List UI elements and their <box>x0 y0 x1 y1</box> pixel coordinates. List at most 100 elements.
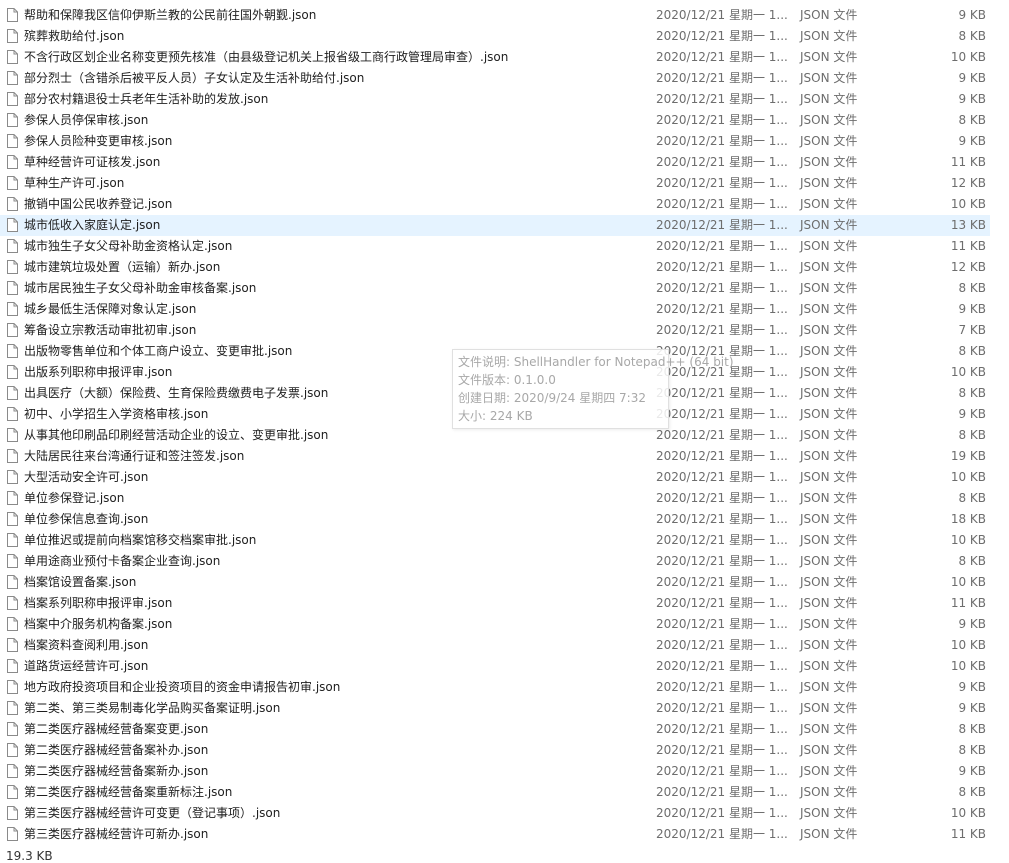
file-date: 2020/12/21 星期一 1... <box>656 533 788 547</box>
file-row[interactable]: 城市建筑垃圾处置（运输）新办.json 2020/12/21 星期一 1... JS… <box>0 257 990 278</box>
json-file-icon <box>7 827 18 841</box>
file-type: JSON 文件 <box>800 722 858 736</box>
file-name[interactable]: 草种生产许可.json <box>24 173 644 194</box>
file-row[interactable]: 部分农村籍退役士兵老年生活补助的发放.json 2020/12/21 星期一 1.… <box>0 89 990 110</box>
file-name[interactable]: 第二类、第三类易制毒化学品购买备案证明.json <box>24 698 644 719</box>
json-file-icon <box>7 596 18 610</box>
file-row[interactable]: 草种经营许可证核发.json 2020/12/21 星期一 1... JSON 文件… <box>0 152 990 173</box>
file-name[interactable]: 地方政府投资项目和企业投资项目的资金申请报告初审.json <box>24 677 644 698</box>
file-row[interactable]: 城市独生子女父母补助金资格认定.json 2020/12/21 星期一 1... J… <box>0 236 990 257</box>
file-name[interactable]: 撤销中国公民收养登记.json <box>24 194 644 215</box>
file-row[interactable]: 单位参保信息查询.json 2020/12/21 星期一 1... JSON 文件 1… <box>0 509 990 530</box>
file-name[interactable]: 参保人员停保审核.json <box>24 110 644 131</box>
file-name[interactable]: 单用途商业预付卡备案企业查询.json <box>24 551 644 572</box>
file-size: 10 KB <box>950 470 986 484</box>
file-name[interactable]: 大型活动安全许可.json <box>24 467 644 488</box>
file-row[interactable]: 道路货运经营许可.json 2020/12/21 星期一 1... JSON 文件 1… <box>0 656 990 677</box>
file-name[interactable]: 第三类医疗器械经营许可变更（登记事项）.json <box>24 803 644 824</box>
file-name[interactable]: 草种经营许可证核发.json <box>24 152 644 173</box>
file-row[interactable]: 部分烈士（含错杀后被平反人员）子女认定及生活补助给付.json 2020/12/2… <box>0 68 990 89</box>
file-name[interactable]: 部分烈士（含错杀后被平反人员）子女认定及生活补助给付.json <box>24 68 644 89</box>
json-file-icon <box>7 701 18 715</box>
file-row[interactable]: 殡葬救助给付.json 2020/12/21 星期一 1... JSON 文件 8 K… <box>0 26 990 47</box>
file-row[interactable]: 单用途商业预付卡备案企业查询.json 2020/12/21 星期一 1... JS… <box>0 551 990 572</box>
file-name[interactable]: 帮助和保障我区信仰伊斯兰教的公民前往国外朝觐.json <box>24 5 644 26</box>
file-size: 9 KB <box>958 680 986 694</box>
file-row[interactable]: 第三类医疗器械经营许可变更（登记事项）.json 2020/12/21 星期一 1… <box>0 803 990 824</box>
file-name[interactable]: 第二类医疗器械经营备案重新标注.json <box>24 782 644 803</box>
file-type: JSON 文件 <box>800 239 858 253</box>
file-row[interactable]: 单位推迟或提前向档案馆移交档案审批.json 2020/12/21 星期一 1..… <box>0 530 990 551</box>
file-name[interactable]: 档案馆设置备案.json <box>24 572 644 593</box>
file-name[interactable]: 第三类医疗器械经营许可新办.json <box>24 824 644 845</box>
file-size: 9 KB <box>958 701 986 715</box>
file-row[interactable]: 城市低收入家庭认定.json 2020/12/21 星期一 1... JSON 文件… <box>0 215 990 236</box>
file-name[interactable]: 第二类医疗器械经营备案补办.json <box>24 740 644 761</box>
file-row[interactable]: 档案中介服务机构备案.json 2020/12/21 星期一 1... JSON 文… <box>0 614 990 635</box>
file-row[interactable]: 第二类医疗器械经营备案重新标注.json 2020/12/21 星期一 1... J… <box>0 782 990 803</box>
json-file-icon <box>7 281 18 295</box>
file-name[interactable]: 殡葬救助给付.json <box>24 26 644 47</box>
file-row[interactable]: 档案系列职称申报评审.json 2020/12/21 星期一 1... JSON 文… <box>0 593 990 614</box>
file-size: 10 KB <box>950 575 986 589</box>
file-row[interactable]: 档案资料查阅利用.json 2020/12/21 星期一 1... JSON 文件 1… <box>0 635 990 656</box>
file-row[interactable]: 大陆居民往来台湾通行证和签注签发.json 2020/12/21 星期一 1...… <box>0 446 990 467</box>
file-name[interactable]: 城市建筑垃圾处置（运输）新办.json <box>24 257 644 278</box>
file-name[interactable]: 档案中介服务机构备案.json <box>24 614 644 635</box>
file-row[interactable]: 撤销中国公民收养登记.json 2020/12/21 星期一 1... JSON 文… <box>0 194 990 215</box>
file-row[interactable]: 草种生产许可.json 2020/12/21 星期一 1... JSON 文件 12 … <box>0 173 990 194</box>
file-row[interactable]: 参保人员停保审核.json 2020/12/21 星期一 1... JSON 文件 8… <box>0 110 990 131</box>
file-row[interactable]: 大型活动安全许可.json 2020/12/21 星期一 1... JSON 文件 1… <box>0 467 990 488</box>
file-name[interactable]: 城市居民独生子女父母补助金审核备案.json <box>24 278 644 299</box>
file-name[interactable]: 参保人员险种变更审核.json <box>24 131 644 152</box>
file-row[interactable]: 第二类、第三类易制毒化学品购买备案证明.json 2020/12/21 星期一 1… <box>0 698 990 719</box>
file-date: 2020/12/21 星期一 1... <box>656 617 788 631</box>
file-name[interactable]: 单位推迟或提前向档案馆移交档案审批.json <box>24 530 644 551</box>
file-name[interactable]: 档案系列职称申报评审.json <box>24 593 644 614</box>
file-row[interactable]: 单位参保登记.json 2020/12/21 星期一 1... JSON 文件 8 K… <box>0 488 990 509</box>
file-name[interactable]: 筹备设立宗教活动审批初审.json <box>24 320 644 341</box>
file-size: 8 KB <box>958 344 986 358</box>
json-file-icon <box>7 134 18 148</box>
file-name[interactable]: 单位参保登记.json <box>24 488 644 509</box>
file-type: JSON 文件 <box>800 407 858 421</box>
file-row[interactable]: 第三类医疗器械经营许可新办.json 2020/12/21 星期一 1... JSO… <box>0 824 990 845</box>
file-row[interactable]: 参保人员险种变更审核.json 2020/12/21 星期一 1... JSON 文… <box>0 131 990 152</box>
file-type: JSON 文件 <box>800 785 858 799</box>
file-name[interactable]: 城市独生子女父母补助金资格认定.json <box>24 236 644 257</box>
file-type: JSON 文件 <box>800 155 858 169</box>
file-row[interactable]: 第二类医疗器械经营备案补办.json 2020/12/21 星期一 1... JSO… <box>0 740 990 761</box>
file-name[interactable]: 第二类医疗器械经营备案变更.json <box>24 719 644 740</box>
json-file-icon <box>7 155 18 169</box>
file-row[interactable]: 第二类医疗器械经营备案新办.json 2020/12/21 星期一 1... JSO… <box>0 761 990 782</box>
file-name[interactable]: 单位参保信息查询.json <box>24 509 644 530</box>
json-file-icon <box>7 470 18 484</box>
file-row[interactable]: 档案馆设置备案.json 2020/12/21 星期一 1... JSON 文件 10… <box>0 572 990 593</box>
file-row[interactable]: 筹备设立宗教活动审批初审.json 2020/12/21 星期一 1... JSON… <box>0 320 990 341</box>
file-name[interactable]: 城乡最低生活保障对象认定.json <box>24 299 644 320</box>
file-name[interactable]: 部分农村籍退役士兵老年生活补助的发放.json <box>24 89 644 110</box>
file-name[interactable]: 道路货运经营许可.json <box>24 656 644 677</box>
json-file-icon <box>7 260 18 274</box>
json-file-icon <box>7 722 18 736</box>
file-type: JSON 文件 <box>800 50 858 64</box>
file-name[interactable]: 档案资料查阅利用.json <box>24 635 644 656</box>
file-size: 8 KB <box>958 428 986 442</box>
file-date: 2020/12/21 星期一 1... <box>656 722 788 736</box>
file-row[interactable]: 地方政府投资项目和企业投资项目的资金申请报告初审.json 2020/12/21 … <box>0 677 990 698</box>
file-row[interactable]: 城市居民独生子女父母补助金审核备案.json 2020/12/21 星期一 1..… <box>0 278 990 299</box>
file-row[interactable]: 帮助和保障我区信仰伊斯兰教的公民前往国外朝觐.json 2020/12/21 星期… <box>0 5 990 26</box>
file-name[interactable]: 不含行政区划企业名称变更预先核准（由县级登记机关上报省级工商行政管理局审查）.j… <box>24 47 644 68</box>
file-type: JSON 文件 <box>800 302 858 316</box>
file-row[interactable]: 第二类医疗器械经营备案变更.json 2020/12/21 星期一 1... JSO… <box>0 719 990 740</box>
file-name[interactable]: 大陆居民往来台湾通行证和签注签发.json <box>24 446 644 467</box>
file-name[interactable]: 第二类医疗器械经营备案新办.json <box>24 761 644 782</box>
file-type: JSON 文件 <box>800 617 858 631</box>
file-type: JSON 文件 <box>800 827 858 841</box>
file-type: JSON 文件 <box>800 323 858 337</box>
file-row[interactable]: 不含行政区划企业名称变更预先核准（由县级登记机关上报省级工商行政管理局审查）.j… <box>0 47 990 68</box>
json-file-icon <box>7 386 18 400</box>
file-row[interactable]: 城乡最低生活保障对象认定.json 2020/12/21 星期一 1... JSON… <box>0 299 990 320</box>
file-size: 8 KB <box>958 491 986 505</box>
file-name[interactable]: 城市低收入家庭认定.json <box>24 215 644 236</box>
